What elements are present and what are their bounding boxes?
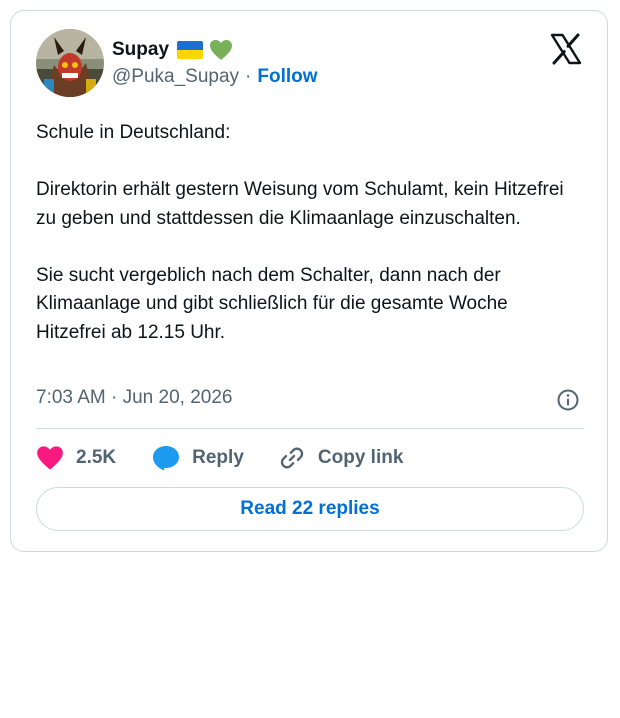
tweet-paragraph: Direktorin erhält gestern Weisung vom Sc…	[36, 179, 564, 229]
author-display-name[interactable]: Supay	[112, 39, 169, 61]
copy-link-button[interactable]: Copy link	[278, 444, 404, 472]
action-bar: 2.5K Reply Copy link	[36, 441, 403, 475]
author-handle[interactable]: @Puka_Supay	[112, 66, 239, 88]
copy-link-label: Copy link	[317, 447, 404, 468]
tweet-timestamp[interactable]: 7:03 AM · Jun 20, 2026	[36, 387, 232, 409]
info-icon[interactable]	[556, 388, 580, 412]
tweet-paragraph: Sie sucht vergeblich nach dem Schalter, …	[36, 264, 508, 343]
tweet-text: Schule in Deutschland: Direktorin erhält…	[36, 119, 576, 347]
like-button[interactable]: 2.5K	[36, 445, 116, 471]
author-name-row: Supay	[112, 37, 233, 63]
follow-button[interactable]: Follow	[257, 66, 317, 88]
reply-bubble-icon	[153, 446, 180, 471]
read-replies-button[interactable]: Read 22 replies	[36, 487, 584, 531]
heart-icon	[37, 446, 63, 470]
ukraine-flag-icon	[177, 41, 204, 59]
divider	[36, 428, 584, 429]
author-handle-row: @Puka_Supay · Follow	[112, 66, 318, 88]
handle-separator: ·	[245, 66, 252, 87]
reply-label: Reply	[192, 447, 244, 468]
author-avatar[interactable]	[36, 29, 104, 97]
like-count: 2.5K	[76, 447, 117, 468]
green-heart-icon	[209, 39, 233, 61]
reply-button[interactable]: Reply	[152, 445, 244, 471]
x-logo-icon[interactable]	[550, 33, 582, 65]
link-icon	[280, 447, 304, 469]
tweet-card: Supay @Puka_Supay · Follow Schule in Deu…	[10, 10, 608, 552]
tweet-paragraph: Schule in Deutschland:	[36, 122, 231, 143]
